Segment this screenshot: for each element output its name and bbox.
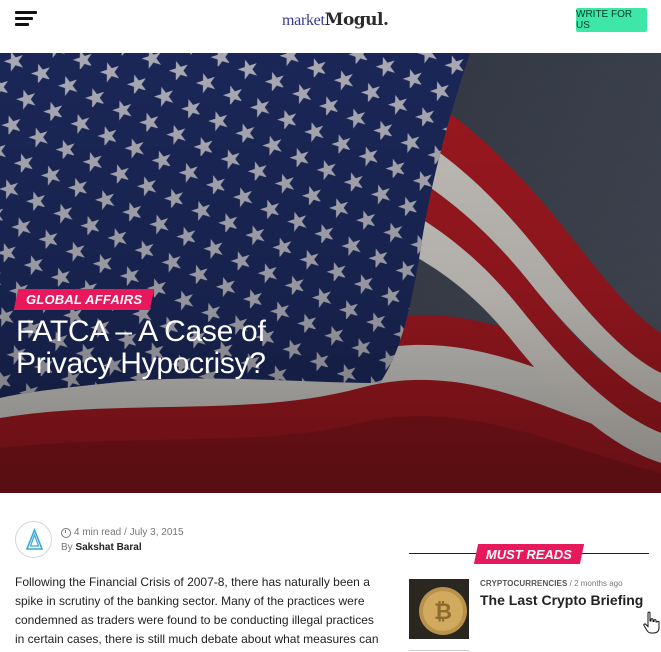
- must-reads-heading: MUST READS: [473, 544, 585, 564]
- crypto-article-thumbnail[interactable]: ₿: [409, 579, 469, 639]
- flag-image: [0, 53, 661, 493]
- article-body: Following the Financial Crisis of 2007-8…: [15, 575, 379, 652]
- card-category-link[interactable]: CRYPTOCURRENCIES: [480, 579, 567, 588]
- write-for-us-button[interactable]: WRITE FOR US: [576, 8, 647, 32]
- author-avatar[interactable]: [15, 521, 52, 558]
- byline: By Sakshat Baral: [61, 542, 142, 553]
- svg-text:₿: ₿: [434, 600, 452, 625]
- logo-text-mogul: Mogul.: [324, 10, 389, 30]
- hero-banner[interactable]: GLOBAL AFFAIRS FATCA – A Case of Privacy…: [0, 53, 661, 493]
- article-meta: 4 min read / July 3, 2015: [61, 527, 184, 538]
- card-divider: [409, 650, 469, 651]
- publish-date: July 3, 2015: [129, 527, 184, 538]
- author-name-link[interactable]: Sakshat Baral: [75, 542, 141, 553]
- card-title-link[interactable]: The Last Crypto Briefing: [480, 592, 643, 608]
- must-reads-label: MUST READS: [486, 546, 572, 562]
- clock-icon: [61, 527, 71, 538]
- read-time: 4 min read: [74, 527, 122, 538]
- bitcoin-coin-image: ₿: [409, 579, 469, 639]
- category-tag[interactable]: GLOBAL AFFAIRS: [13, 289, 155, 310]
- site-logo[interactable]: marketMogul.: [282, 10, 389, 32]
- hand-pointer-icon: [643, 611, 660, 634]
- hamburger-menu-icon[interactable]: [15, 11, 37, 27]
- card-meta: CRYPTOCURRENCIES / 2 months ago: [480, 579, 623, 588]
- by-prefix: By: [61, 542, 73, 553]
- category-label: GLOBAL AFFAIRS: [26, 292, 143, 307]
- site-header: marketMogul. WRITE FOR US: [0, 0, 661, 52]
- card-time: 2 months ago: [574, 579, 623, 588]
- meta-separator: /: [121, 527, 130, 538]
- article-title[interactable]: FATCA – A Case of Privacy Hypocrisy?: [16, 316, 276, 380]
- author-logo-icon: [25, 527, 44, 550]
- logo-text-market: market: [282, 12, 325, 29]
